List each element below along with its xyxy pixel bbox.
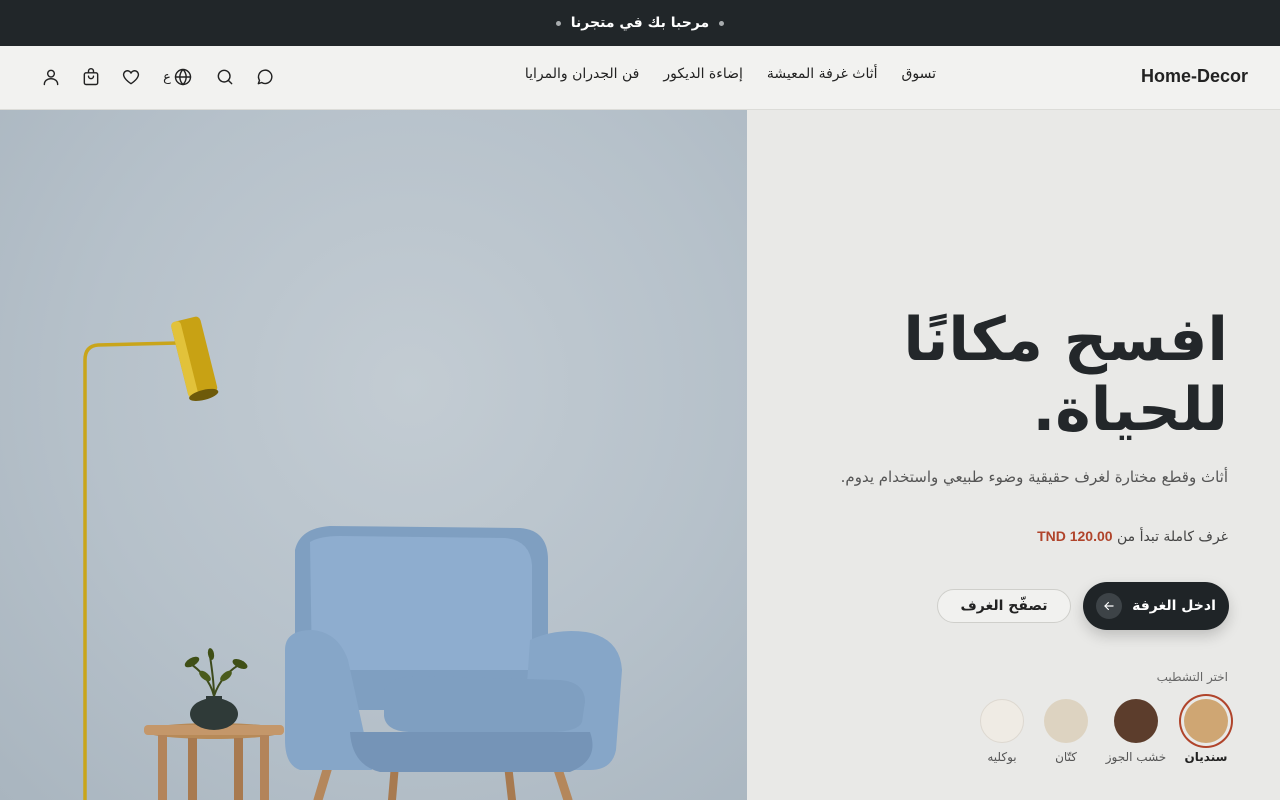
arrow-left-icon — [1096, 593, 1123, 619]
bullet-dot — [555, 20, 561, 26]
armchair-illustration — [285, 526, 622, 800]
swatch-oak[interactable] — [1184, 699, 1228, 743]
enter-room-button[interactable]: ادخل الغرفة — [1083, 582, 1229, 630]
logo[interactable]: Home-Decor — [1141, 66, 1248, 87]
price-line: غرف كاملة تبدأ من TND 120.00 — [808, 528, 1228, 545]
nav-item-lighting[interactable]: إضاءة الديكور — [663, 66, 743, 82]
language-label: ع — [163, 69, 171, 85]
site-header: Home-Decor تسوق أثاث غرفة المعيشة إضاءة … — [0, 46, 1280, 110]
main-nav: تسوق أثاث غرفة المعيشة إضاءة الديكور فن … — [525, 66, 936, 82]
cart-icon[interactable] — [80, 66, 102, 88]
user-icon[interactable] — [40, 66, 62, 88]
language-switcher[interactable]: ع — [160, 66, 196, 88]
announcement-bar: مرحبا بك في متجرنا — [0, 0, 1280, 46]
nav-item-living-room[interactable]: أثاث غرفة المعيشة — [767, 66, 878, 82]
price-value: TND 120.00 — [1037, 528, 1113, 544]
swatch-walnut[interactable] — [1114, 699, 1158, 743]
hero-image — [0, 110, 747, 800]
hero-title-line: للحياة. — [1032, 375, 1229, 445]
hero-title: افسح مكانًا للحياة. — [808, 305, 1228, 445]
swatch-linen[interactable] — [1044, 699, 1088, 743]
price-prefix: غرف كاملة تبدأ من — [1117, 529, 1228, 545]
chat-icon[interactable] — [254, 66, 276, 88]
heart-icon[interactable] — [120, 66, 142, 88]
browse-rooms-button[interactable]: تصفّح الغرف — [937, 589, 1071, 623]
swatch-walnut-label: خشب الجوز — [1105, 750, 1167, 764]
enter-room-label: ادخل الغرفة — [1132, 598, 1216, 614]
nav-item-wall-art[interactable]: فن الجدران والمرايا — [525, 66, 640, 82]
swatch-boucle-label: بوكليه — [987, 750, 1017, 764]
swatch-boucle[interactable] — [980, 699, 1024, 743]
bullet-dot — [719, 20, 725, 26]
hero-title-line: افسح مكانًا — [903, 305, 1228, 375]
hero-subtitle: أثاث وقطع مختارة لغرف حقيقية وضوء طبيعي … — [840, 468, 1228, 486]
globe-icon — [174, 68, 192, 86]
search-icon[interactable] — [214, 66, 236, 88]
announcement-text: مرحبا بك في متجرنا — [570, 15, 710, 31]
swatch-oak-label: سنديان — [1184, 750, 1228, 764]
finish-label: اختر التشطيب — [1156, 670, 1228, 684]
header-icons: ع — [40, 66, 276, 88]
side-table-illustration — [144, 648, 284, 800]
nav-item-shop[interactable]: تسوق — [902, 66, 936, 82]
